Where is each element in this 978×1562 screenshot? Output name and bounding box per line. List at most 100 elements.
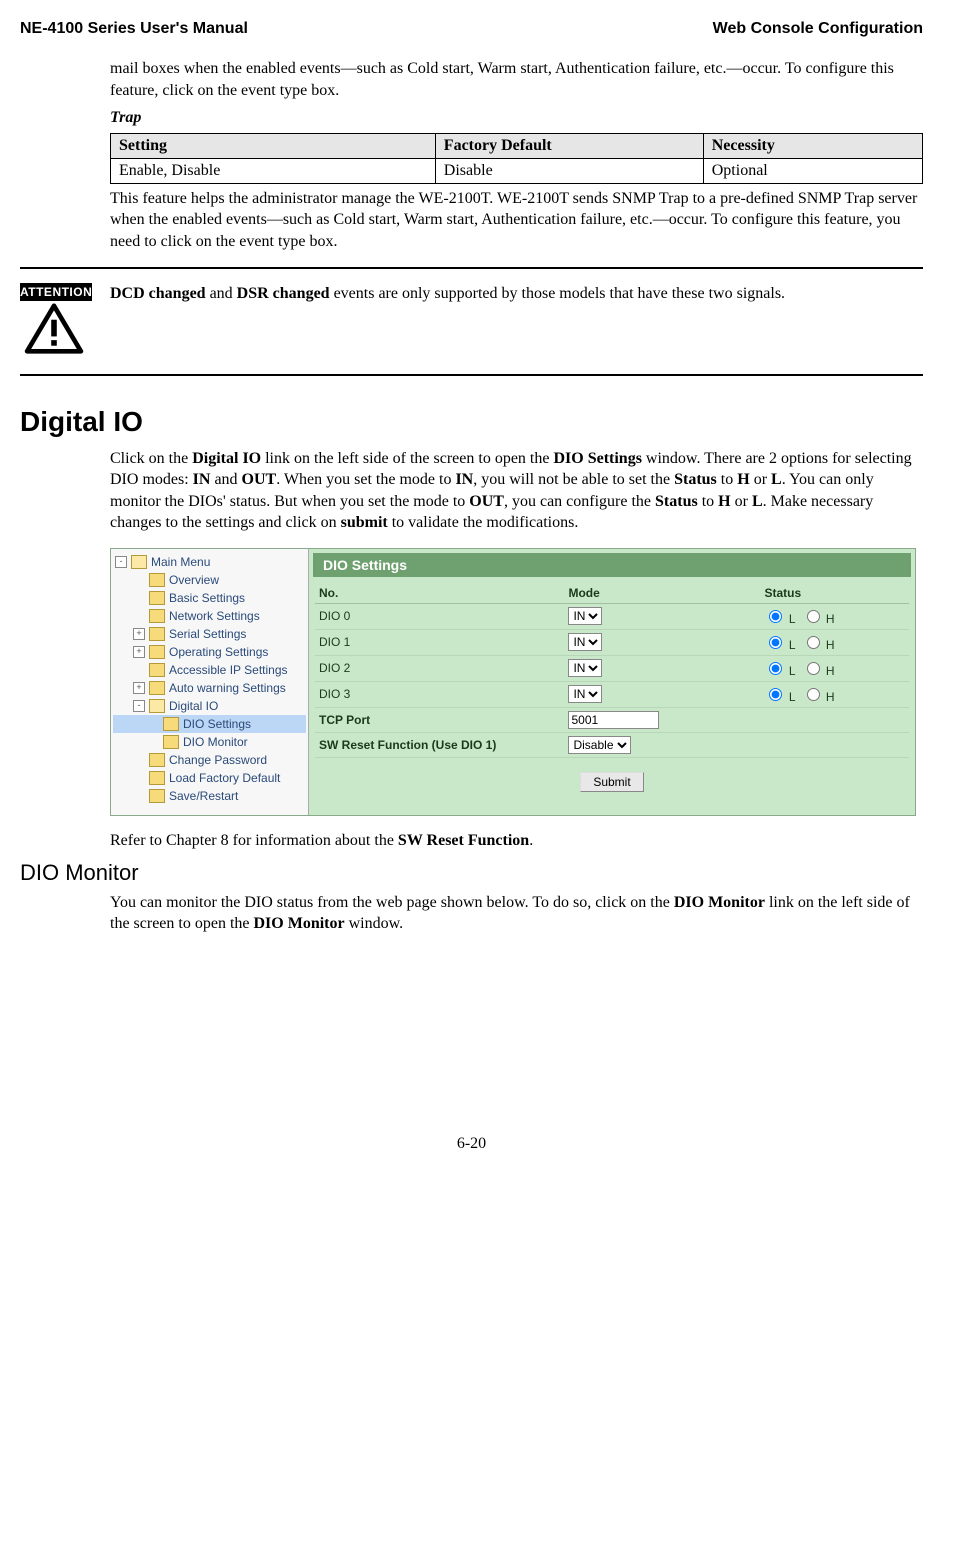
col-setting: Setting xyxy=(111,133,436,158)
status-radio-l[interactable] xyxy=(769,610,782,623)
tree-item[interactable]: Network Settings xyxy=(113,607,306,625)
expand-icon[interactable]: + xyxy=(133,628,145,640)
folder-icon xyxy=(149,645,165,659)
tree-item[interactable]: DIO Monitor xyxy=(113,733,306,751)
mode-select[interactable]: IN xyxy=(568,607,602,625)
tree-label: Operating Settings xyxy=(169,645,268,659)
header-right: Web Console Configuration xyxy=(713,20,923,38)
tree-label: Digital IO xyxy=(169,699,218,713)
sw-reset-label: SW Reset Function (Use DIO 1) xyxy=(315,732,564,757)
col-mode: Mode xyxy=(564,583,760,604)
folder-icon xyxy=(149,789,165,803)
status-radio-group: L H xyxy=(760,603,909,629)
bold-text: DCD changed xyxy=(110,285,206,302)
status-radio-l[interactable] xyxy=(769,636,782,649)
folder-icon xyxy=(149,609,165,623)
tree-label: Network Settings xyxy=(169,609,260,623)
subsection-heading-dio-monitor: DIO Monitor xyxy=(20,860,923,886)
status-radio-h[interactable] xyxy=(807,662,820,675)
status-radio-h[interactable] xyxy=(807,688,820,701)
tree-label: DIO Monitor xyxy=(183,735,248,749)
tree-label: Save/Restart xyxy=(169,789,238,803)
page-header: NE-4100 Series User's Manual Web Console… xyxy=(20,20,923,38)
status-radio-h[interactable] xyxy=(807,610,820,623)
status-radio-h[interactable] xyxy=(807,636,820,649)
tree-root[interactable]: - Main Menu xyxy=(113,553,306,571)
folder-icon xyxy=(149,681,165,695)
tree-item[interactable]: + Auto warning Settings xyxy=(113,679,306,697)
tree-label: Load Factory Default xyxy=(169,771,280,785)
collapse-icon[interactable]: - xyxy=(115,556,127,568)
folder-icon xyxy=(149,753,165,767)
folder-icon xyxy=(149,627,165,641)
tree-label: Accessible IP Settings xyxy=(169,663,288,677)
tree-label: Change Password xyxy=(169,753,267,767)
tcp-port-cell xyxy=(564,707,760,732)
status-radio-group: L H xyxy=(760,655,909,681)
dio-monitor-paragraph: You can monitor the DIO status from the … xyxy=(110,892,923,935)
sw-reset-cell: Disable xyxy=(564,732,760,757)
cell-setting: Enable, Disable xyxy=(111,158,436,183)
trap-table: Setting Factory Default Necessity Enable… xyxy=(110,133,923,184)
tree-label: Main Menu xyxy=(151,555,210,569)
folder-icon xyxy=(149,573,165,587)
tree-item[interactable]: Overview xyxy=(113,571,306,589)
folder-icon xyxy=(149,663,165,677)
table-row: DIO 3IN L H xyxy=(315,681,909,707)
expand-icon[interactable]: + xyxy=(133,682,145,694)
dio-no: DIO 2 xyxy=(315,655,564,681)
tree-item[interactable]: DIO Settings xyxy=(113,715,306,733)
tree-item[interactable]: Basic Settings xyxy=(113,589,306,607)
panel-title: DIO Settings xyxy=(313,553,911,577)
dio-no: DIO 1 xyxy=(315,629,564,655)
collapse-icon[interactable]: - xyxy=(133,700,145,712)
col-status: Status xyxy=(760,583,909,604)
submit-button[interactable]: Submit xyxy=(580,772,643,792)
table-row: DIO 1IN L H xyxy=(315,629,909,655)
tree-label: Basic Settings xyxy=(169,591,245,605)
bold-text: DSR changed xyxy=(237,285,330,302)
folder-open-icon xyxy=(131,555,147,569)
tree-item[interactable]: Accessible IP Settings xyxy=(113,661,306,679)
divider xyxy=(20,267,923,269)
tree-item[interactable]: - Digital IO xyxy=(113,697,306,715)
tree-label: Auto warning Settings xyxy=(169,681,286,695)
dio-no: DIO 0 xyxy=(315,603,564,629)
folder-icon xyxy=(163,735,179,749)
expand-icon[interactable]: + xyxy=(133,646,145,658)
tree-item[interactable]: Load Factory Default xyxy=(113,769,306,787)
tree-label: Serial Settings xyxy=(169,627,246,641)
tree-item[interactable]: + Operating Settings xyxy=(113,643,306,661)
status-radio-l[interactable] xyxy=(769,688,782,701)
folder-open-icon xyxy=(149,699,165,713)
mode-select[interactable]: IN xyxy=(568,659,602,677)
nav-tree: - Main Menu Overview Basic Settings Networ… xyxy=(111,549,309,815)
tree-label: Overview xyxy=(169,573,219,587)
dio-settings-screenshot: - Main Menu Overview Basic Settings Networ… xyxy=(110,548,923,816)
dio-no: DIO 3 xyxy=(315,681,564,707)
tcp-port-input[interactable] xyxy=(568,711,659,729)
mode-select[interactable]: IN xyxy=(568,685,602,703)
cell-necessity: Optional xyxy=(703,158,922,183)
page-number: 6-20 xyxy=(20,1135,923,1153)
status-radio-l[interactable] xyxy=(769,662,782,675)
folder-icon xyxy=(163,717,179,731)
cell-default: Disable xyxy=(435,158,703,183)
divider xyxy=(20,374,923,376)
mode-select[interactable]: IN xyxy=(568,633,602,651)
tree-item[interactable]: Save/Restart xyxy=(113,787,306,805)
sw-reset-select[interactable]: Disable xyxy=(568,736,631,754)
table-row: Setting Factory Default Necessity xyxy=(111,133,923,158)
tree-item[interactable]: + Serial Settings xyxy=(113,625,306,643)
tree-item[interactable]: Change Password xyxy=(113,751,306,769)
table-row: DIO 2IN L H xyxy=(315,655,909,681)
table-row: DIO 0IN L H xyxy=(315,603,909,629)
col-no: No. xyxy=(315,583,564,604)
table-row: SW Reset Function (Use DIO 1) Disable xyxy=(315,732,909,757)
table-row: Enable, Disable Disable Optional xyxy=(111,158,923,183)
attention-block: ATTENTION DCD changed and DSR changed ev… xyxy=(20,283,923,360)
folder-icon xyxy=(149,771,165,785)
warning-triangle-icon xyxy=(20,303,88,355)
trap-title: Trap xyxy=(110,107,923,129)
digital-io-paragraph: Click on the Digital IO link on the left… xyxy=(110,448,923,534)
